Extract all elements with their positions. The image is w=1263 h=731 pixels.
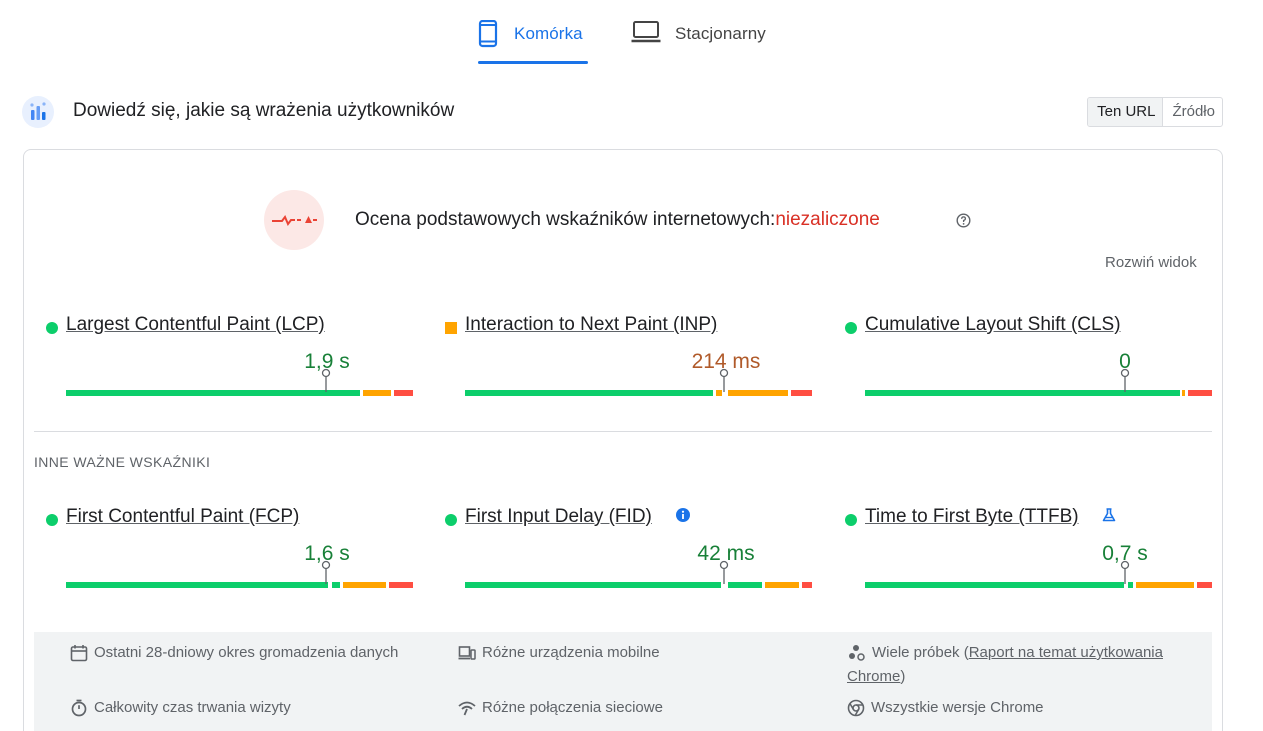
data-info-panel: Ostatni 28-dniowy okres gromadzenia dany… — [34, 632, 1212, 731]
metric-name-ttfb[interactable]: Time to First Byte (TTFB) — [865, 506, 1079, 528]
laptop-icon — [631, 20, 661, 49]
cwv-assessment: Ocena podstawowych wskaźników internetow… — [264, 190, 984, 250]
calendar-icon — [70, 645, 88, 662]
metric-name-lcp[interactable]: Largest Contentful Paint (LCP) — [66, 314, 325, 336]
info-devices-text: Różne urządzenia mobilne — [482, 644, 660, 661]
metric-inp: Interaction to Next Paint (INP) 214 ms — [445, 314, 815, 414]
samples-icon — [849, 645, 865, 661]
info-samples-text: Wiele próbek (Raport na temat użytkowani… — [847, 644, 1163, 685]
assessment-status: niezaliczone — [775, 209, 880, 230]
smartphone-icon — [478, 19, 500, 53]
wifi-icon — [458, 701, 476, 716]
crux-logo-icon — [22, 96, 54, 128]
chrome-icon — [847, 699, 865, 717]
info-period-text: Ostatni 28-dniowy okres gromadzenia dany… — [94, 644, 399, 661]
metric-lcp: Largest Contentful Paint (LCP) 1,9 s — [46, 314, 416, 414]
metric-name-cls[interactable]: Cumulative Layout Shift (CLS) — [865, 314, 1121, 336]
metric-ttfb: Time to First Byte (TTFB) 0,7 s — [845, 506, 1215, 606]
tab-desktop-label: Stacjonarny — [675, 24, 766, 43]
metric-fid: First Input Delay (FID) 42 ms — [445, 506, 815, 606]
tab-mobile[interactable]: Komórka — [478, 14, 588, 64]
average-status-icon — [445, 322, 457, 334]
info-chrome-text: Wszystkie wersje Chrome — [871, 699, 1044, 716]
distribution-bar-fcp — [66, 582, 413, 588]
info-duration: Całkowity czas trwania wizyty — [70, 696, 291, 720]
p75-marker-icon — [1120, 368, 1130, 392]
other-metrics-title: INNE WAŻNE WSKAŹNIKI — [34, 454, 211, 470]
device-tabs: Komórka Stacjonarny — [0, 0, 1263, 66]
p75-marker-icon — [719, 560, 729, 584]
p75-marker-icon — [719, 368, 729, 392]
good-status-icon — [46, 322, 58, 334]
field-data-header: Dowiedź się, jakie są wrażenia użytkowni… — [22, 96, 1223, 128]
metric-cls: Cumulative Layout Shift (CLS) 0 — [845, 314, 1215, 414]
tab-desktop[interactable]: Stacjonarny — [631, 14, 781, 64]
good-status-icon — [845, 514, 857, 526]
section-divider — [34, 431, 1212, 432]
failed-assessment-icon — [264, 190, 324, 250]
toggle-this-url[interactable]: Ten URL — [1088, 98, 1164, 126]
assessment-label: Ocena podstawowych wskaźników internetow… — [355, 209, 776, 230]
distribution-bar-cls — [865, 390, 1212, 396]
assessment-text: Ocena podstawowych wskaźników internetow… — [355, 209, 880, 231]
info-collection-period: Ostatni 28-dniowy okres gromadzenia dany… — [70, 641, 398, 665]
info-duration-text: Całkowity czas trwania wizyty — [94, 699, 291, 716]
info-icon[interactable] — [675, 507, 691, 523]
active-tab-indicator — [478, 61, 588, 64]
devices-icon — [458, 646, 476, 660]
url-origin-toggle: Ten URL Źródło — [1087, 97, 1223, 127]
metric-name-fcp[interactable]: First Contentful Paint (FCP) — [66, 506, 299, 528]
good-status-icon — [845, 322, 857, 334]
section-title: Dowiedź się, jakie są wrażenia użytkowni… — [73, 100, 455, 121]
p75-marker-icon — [321, 560, 331, 584]
p75-marker-icon — [321, 368, 331, 392]
info-devices: Różne urządzenia mobilne — [458, 641, 660, 665]
distribution-bar-inp — [465, 390, 812, 396]
metric-fcp: First Contentful Paint (FCP) 1,6 s — [46, 506, 416, 606]
help-icon[interactable] — [956, 213, 971, 228]
p75-marker-icon — [1120, 560, 1130, 584]
metric-name-inp[interactable]: Interaction to Next Paint (INP) — [465, 314, 717, 336]
timer-icon — [71, 699, 87, 717]
distribution-bar-ttfb — [865, 582, 1212, 588]
distribution-bar-lcp — [66, 390, 413, 396]
good-status-icon — [46, 514, 58, 526]
distribution-bar-fid — [465, 582, 812, 588]
lab-flask-icon[interactable] — [1101, 507, 1117, 523]
metric-name-fid[interactable]: First Input Delay (FID) — [465, 506, 652, 528]
tab-mobile-label: Komórka — [514, 24, 583, 43]
info-network-text: Różne połączenia sieciowe — [482, 699, 663, 716]
good-status-icon — [445, 514, 457, 526]
expand-view-link[interactable]: Rozwiń widok — [1105, 254, 1197, 271]
info-samples: Wiele próbek (Raport na temat użytkowani… — [847, 641, 1192, 689]
info-chrome: Wszystkie wersje Chrome — [847, 696, 1044, 720]
info-network: Różne połączenia sieciowe — [458, 696, 663, 720]
toggle-origin[interactable]: Źródło — [1163, 98, 1222, 126]
